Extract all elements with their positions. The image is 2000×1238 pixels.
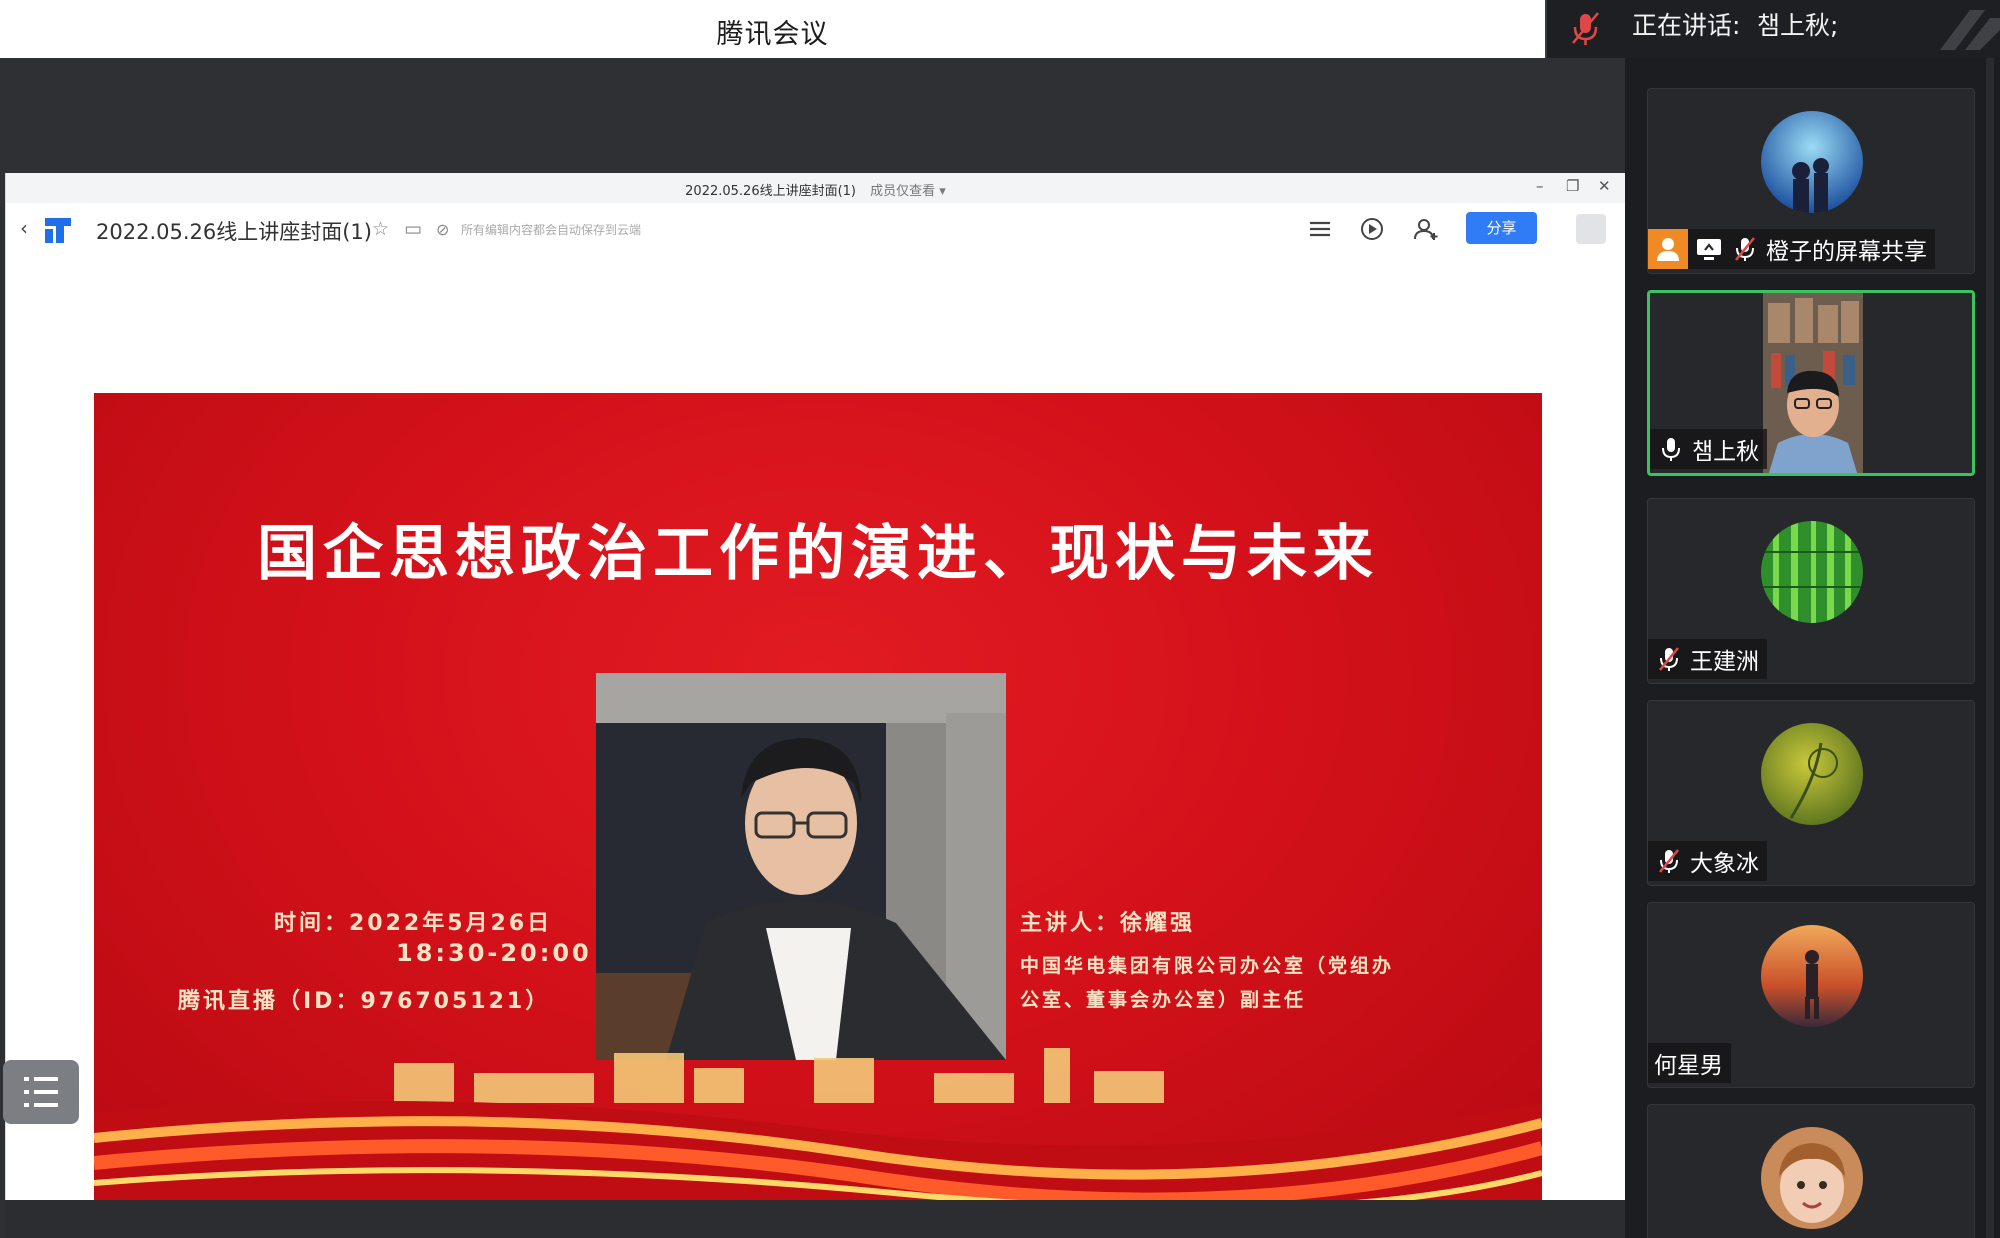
participant-avatar: [1761, 1127, 1863, 1229]
app-title: 腾讯会议: [716, 19, 829, 50]
mic-muted-icon: [1659, 647, 1679, 671]
bamboo-avatar-image: [1761, 521, 1863, 623]
participant-name: 橙子的屏幕共享: [1766, 239, 1927, 265]
collaborator-icon[interactable]: [1412, 215, 1440, 243]
slide-list-toggle-button[interactable]: [3, 1060, 79, 1124]
slide-speaker-title-2: 公室、董事会办公室）副主任: [1020, 989, 1307, 1011]
share-button[interactable]: 分享: [1466, 212, 1537, 244]
app-titlebar: 腾讯会议: [0, 0, 1545, 58]
participant-avatar: [1761, 925, 1863, 1027]
minimize-icon[interactable]: –: [1536, 177, 1544, 195]
speaking-label: 正在讲话:: [1632, 11, 1741, 40]
slide-live-id: 腾讯直播（ID：976705121）: [178, 989, 551, 1014]
window-titlebar: 2022.05.26线上讲座封面(1) 成员仅查看 ▾ – ❐ ✕: [6, 173, 1625, 203]
participant-avatar: [1761, 723, 1863, 825]
speaking-indicator: 正在讲话: 챔上秋;: [1545, 0, 2000, 58]
slide-title: 国企思想政治工作的演进、现状与未来: [257, 519, 1379, 589]
child-avatar-image: [1761, 1127, 1863, 1229]
folder-icon[interactable]: ▭: [404, 218, 422, 240]
participant-video-feed: [1763, 293, 1863, 473]
shared-screen-area: 2022.05.26线上讲座封面(1) 成员仅查看 ▾ – ❐ ✕ ‹ 2022…: [0, 58, 1625, 1238]
figure-sunset-avatar-image: [1761, 925, 1863, 1027]
slide-time-range: 18:30-20:00: [396, 939, 592, 967]
window-title: 2022.05.26线上讲座封面(1): [685, 184, 857, 199]
speaker-photo: [596, 673, 1006, 1060]
bottom-strip: [5, 1200, 1625, 1238]
participants-scrollbar[interactable]: [1986, 58, 1994, 1238]
presentation-slide: 国企思想政治工作的演进、现状与未来 时间：2022年5月26日 18:30-20…: [94, 393, 1542, 1203]
participant-name: 챔上秋: [1692, 439, 1760, 465]
participant-avatar: [1761, 111, 1863, 213]
shared-document-window: 2022.05.26线上讲座封面(1) 成员仅查看 ▾ – ❐ ✕ ‹ 2022…: [5, 173, 1625, 1203]
participant-name: 大象冰: [1690, 851, 1759, 877]
mic-muted-icon: [1735, 237, 1755, 261]
user-avatar[interactable]: [1576, 214, 1606, 244]
participant-tile-active[interactable]: 챔上秋: [1647, 290, 1975, 476]
participant-tile[interactable]: 大象冰: [1647, 700, 1975, 886]
slide-time: 时间：2022年5月26日: [274, 911, 553, 936]
city-skyline-decoration: [94, 1048, 1542, 1203]
screen-share-icon: [1697, 239, 1721, 260]
document-toolbar: ‹ 2022.05.26线上讲座封面(1) ☆ ▭ ⊘ 所有编辑内容都会自动保存…: [6, 203, 1625, 255]
mic-muted-icon[interactable]: [1567, 8, 1605, 48]
meeting-logo-icon: [1940, 10, 2000, 50]
participant-name: 王建洲: [1690, 649, 1759, 675]
restore-icon[interactable]: ❐: [1566, 177, 1579, 195]
leaf-avatar-image: [1761, 723, 1863, 825]
starry-couple-avatar-image: [1761, 111, 1863, 213]
host-badge-icon: [1648, 229, 1688, 269]
document-name[interactable]: 2022.05.26线上讲座封面(1): [96, 216, 372, 246]
slide-speaker-title-1: 中国华电集团有限公司办公室（党组办: [1020, 955, 1395, 977]
participant-tile[interactable]: 王建洲: [1647, 498, 1975, 684]
speaker-portrait-image: [596, 673, 1006, 1060]
participants-panel: 橙子的屏幕共享 챔上秋 王建洲 大象冰 何星男: [1625, 58, 2000, 1238]
view-mode-dropdown[interactable]: 成员仅查看 ▾: [870, 184, 946, 199]
list-icon: [24, 1077, 58, 1107]
participant-name: 何星男: [1654, 1053, 1723, 1079]
participant-tile[interactable]: 橙子的屏幕共享: [1647, 88, 1975, 274]
docs-logo-icon[interactable]: [42, 215, 74, 245]
document-canvas: 国企思想政治工作的演进、现状与未来 时间：2022年5月26日 18:30-20…: [6, 255, 1625, 1203]
save-status: 所有编辑内容都会自动保存到云端: [461, 223, 642, 237]
participant-avatar: [1761, 521, 1863, 623]
speaking-name: 챔上秋;: [1757, 11, 1839, 40]
close-icon[interactable]: ✕: [1598, 177, 1611, 195]
menu-icon[interactable]: [1306, 215, 1334, 243]
play-icon[interactable]: [1358, 215, 1386, 243]
star-icon[interactable]: ☆: [372, 218, 389, 240]
saved-check-icon: ⊘: [436, 220, 450, 239]
participant-tile[interactable]: 何星男: [1647, 902, 1975, 1088]
mic-icon: [1662, 438, 1680, 461]
mic-muted-icon: [1659, 849, 1679, 873]
participant-tile[interactable]: [1647, 1104, 1975, 1238]
slide-speaker: 主讲人：徐耀强: [1020, 911, 1196, 936]
back-chevron-icon[interactable]: ‹: [20, 216, 28, 240]
